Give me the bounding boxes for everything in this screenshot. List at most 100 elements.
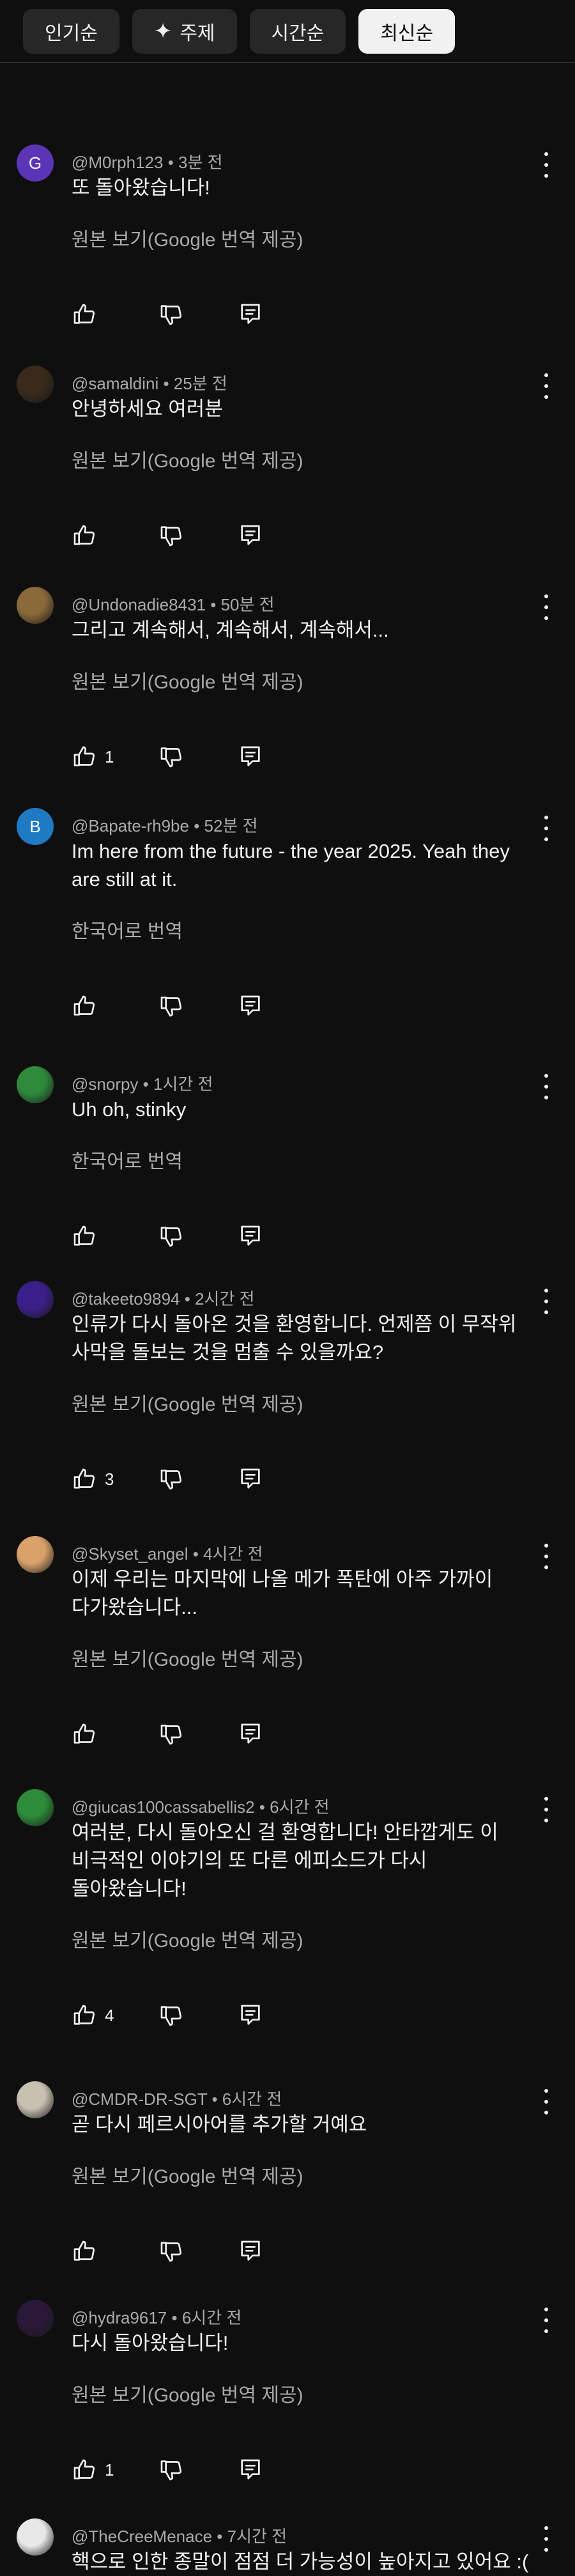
comment-time[interactable]: 2시간 전 [195,1289,254,1308]
avatar[interactable] [17,1281,54,1318]
avatar[interactable]: B [17,808,54,845]
avatar[interactable]: G [17,144,54,182]
thumbs-up-icon [73,2240,95,2261]
comment-author[interactable]: @takeeto9894 [72,1289,180,1308]
dislike-button[interactable] [158,993,238,1019]
comment-time[interactable]: 25분 전 [174,374,227,393]
comment-actions: 1 [72,2456,263,2484]
reply-button[interactable] [238,1466,263,1492]
avatar[interactable] [17,366,54,403]
comment-time[interactable]: 3분 전 [178,153,223,172]
like-button[interactable] [72,1223,158,1249]
avatar[interactable] [17,2518,54,2556]
like-button[interactable]: 3 [72,1466,158,1492]
like-button[interactable]: 1 [72,744,158,770]
translate-link[interactable]: 원본 보기(Google 번역 제공) [72,2161,303,2189]
more-options-icon[interactable] [543,2526,549,2552]
like-button[interactable] [72,993,158,1019]
comment-author[interactable]: @Undonadie8431 [72,595,206,614]
comment-time[interactable]: 4시간 전 [203,1544,263,1563]
more-options-icon[interactable] [543,1074,549,1099]
like-button[interactable] [72,302,158,327]
translate-link[interactable]: 한국어로 번역 [72,1145,183,1174]
comment-author[interactable]: @snorpy [72,1075,138,1094]
comment-time[interactable]: 7시간 전 [227,2527,287,2546]
reply-button[interactable] [238,1721,263,1747]
dislike-button[interactable] [158,2457,238,2483]
dislike-button[interactable] [158,1223,238,1249]
avatar[interactable] [17,1536,54,1573]
translate-link[interactable]: 원본 보기(Google 번역 제공) [72,2379,303,2407]
comment-author[interactable]: @Skyset_angel [72,1544,188,1563]
avatar[interactable] [17,587,54,624]
comment-time[interactable]: 6시간 전 [182,2308,241,2327]
like-button[interactable]: 1 [72,2457,158,2483]
more-options-icon[interactable] [543,1289,549,1314]
comment-time[interactable]: 50분 전 [221,595,275,614]
more-options-icon[interactable] [543,2308,549,2333]
dislike-button[interactable] [158,2003,238,2028]
more-dot [544,1074,548,1078]
reply-button[interactable] [238,2457,263,2483]
reply-button[interactable] [238,523,263,548]
more-dot [544,616,548,620]
sort-chip[interactable]: 인기순 [23,8,119,54]
comment-author[interactable]: @M0rph123 [72,153,163,172]
comment-author[interactable]: @TheCreeMenace [72,2527,212,2546]
more-options-icon[interactable] [543,594,549,620]
more-options-icon[interactable] [543,816,549,841]
more-dot [544,816,548,819]
like-button[interactable] [72,2238,158,2264]
reply-button[interactable] [238,302,263,327]
avatar[interactable] [17,1789,54,1826]
reply-button[interactable] [238,2003,263,2028]
sort-chip[interactable]: ✦ 주제 [132,8,237,54]
like-count: 4 [105,2005,114,2025]
more-dot [544,1565,548,1569]
avatar[interactable] [17,2081,54,2118]
more-dot [544,373,548,377]
comment-author[interactable]: @giucas100cassabellis2 [72,1797,255,1817]
more-options-icon[interactable] [543,152,549,178]
dislike-button[interactable] [158,523,238,548]
translate-link[interactable]: 원본 보기(Google 번역 제공) [72,224,303,252]
comment-time[interactable]: 1시간 전 [153,1075,213,1094]
more-dot [544,1819,548,1822]
comment-time[interactable]: 6시간 전 [222,2090,282,2109]
avatar[interactable] [17,2300,54,2337]
translate-link[interactable]: 원본 보기(Google 번역 제공) [72,1643,303,1672]
reply-button[interactable] [238,744,263,770]
dislike-button[interactable] [158,1721,238,1747]
comment-time[interactable]: 52분 전 [204,816,258,835]
comment-author[interactable]: @samaldini [72,374,158,393]
dislike-button[interactable] [158,1466,238,1492]
comment-time[interactable]: 6시간 전 [270,1797,329,1817]
reply-button[interactable] [238,2238,263,2264]
sort-chip[interactable]: 최신순 [358,8,456,54]
more-options-icon[interactable] [543,1544,549,1569]
comment-text-line: 비극적인 이야기의 또 다른 에피소드가 다시 [72,1849,427,1872]
sort-chip[interactable]: 시간순 [249,8,346,54]
translate-link[interactable]: 원본 보기(Google 번역 제공) [72,445,303,473]
dislike-button[interactable] [158,302,238,327]
avatar[interactable] [17,1066,54,1103]
translate-link[interactable]: 원본 보기(Google 번역 제공) [72,1925,303,1953]
reply-button[interactable] [238,993,263,1019]
comment-author[interactable]: @CMDR-DR-SGT [72,2090,207,2109]
more-options-icon[interactable] [543,1797,549,1822]
comment-author[interactable]: @Bapate-rh9be [72,816,189,835]
translate-link[interactable]: 원본 보기(Google 번역 제공) [72,1388,303,1416]
like-button[interactable] [72,523,158,548]
dislike-button[interactable] [158,2238,238,2264]
reply-button[interactable] [238,1223,263,1249]
dislike-button[interactable] [158,744,238,770]
more-options-icon[interactable] [543,2089,549,2114]
like-button[interactable] [72,1721,158,1747]
like-button[interactable]: 4 [72,2003,158,2028]
translate-link[interactable]: 한국어로 번역 [72,915,183,943]
avatar-letter: G [28,153,42,173]
translate-link[interactable]: 원본 보기(Google 번역 제공) [72,666,303,694]
more-options-icon[interactable] [543,373,549,399]
comment-author[interactable]: @hydra9617 [72,2308,167,2327]
comment-meta: @Undonadie8431 • 50분 전 [72,592,518,616]
